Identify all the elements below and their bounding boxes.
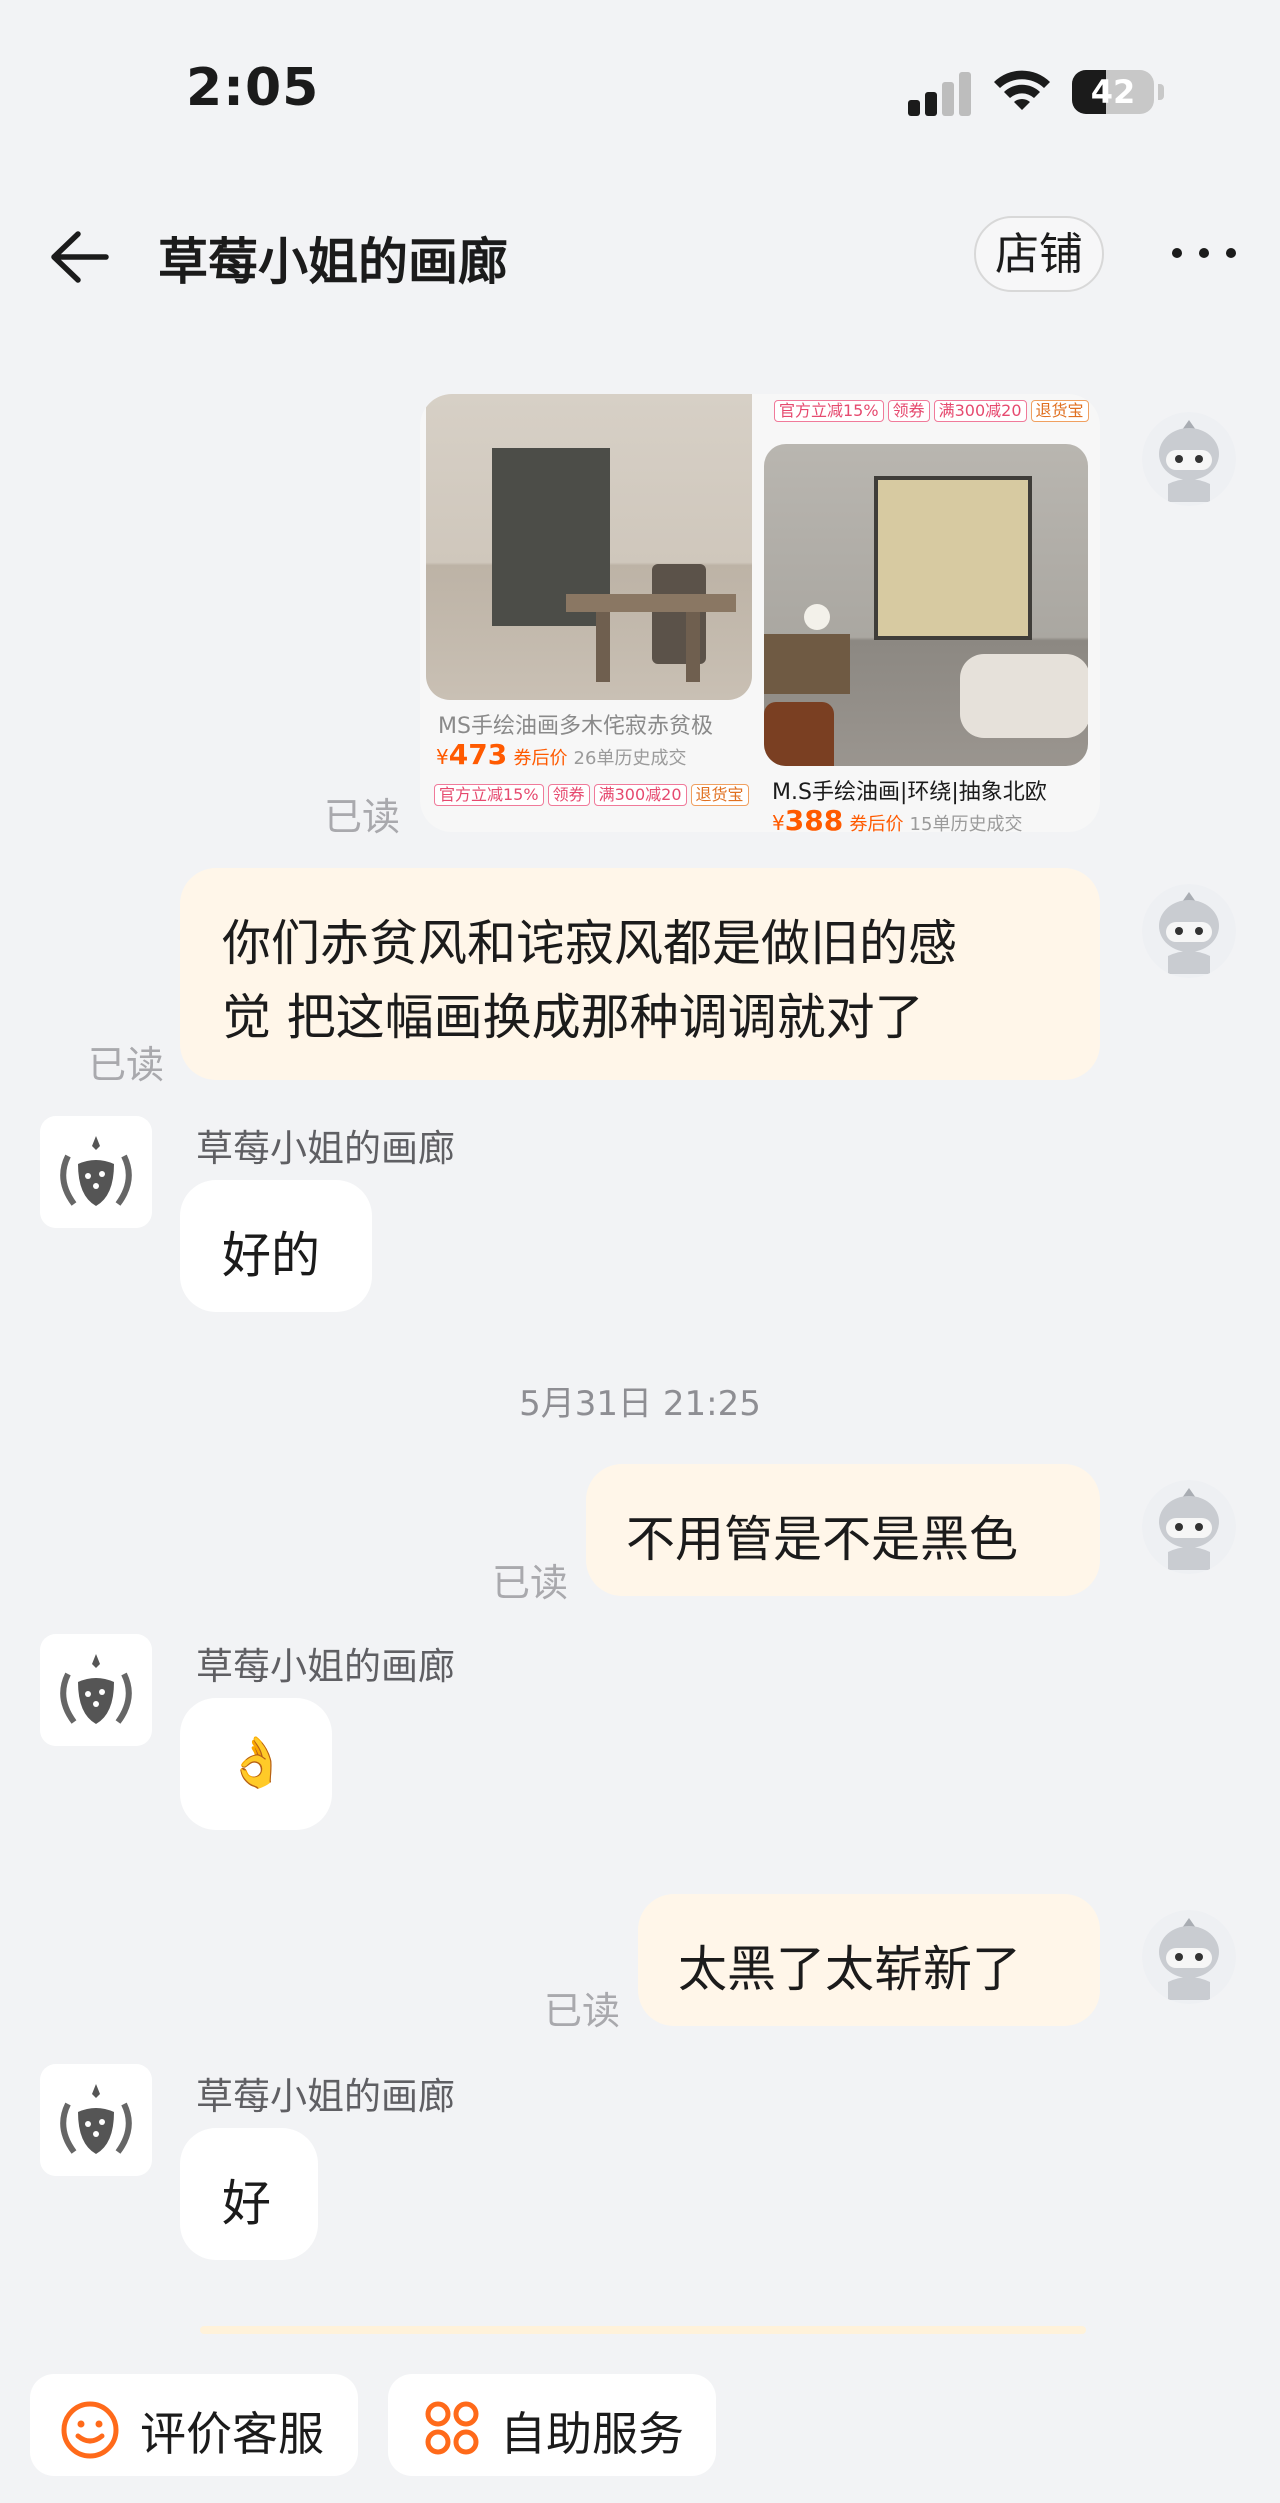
user-avatar[interactable] xyxy=(1142,1910,1236,2004)
product-card-message[interactable]: MS手绘油画多木侘寂赤贫极 ¥473 券后价 26单历史成交 官方立减15% 领券满… xyxy=(420,394,1100,832)
product-title-1: MS手绘油画多木侘寂赤贫极 xyxy=(438,714,713,739)
back-arrow-icon[interactable] xyxy=(48,226,110,288)
read-receipt: 已读 xyxy=(324,795,401,839)
battery-icon: 42 xyxy=(1072,70,1164,114)
read-receipt: 已读 xyxy=(492,1561,569,1605)
product-title-2: M.S手绘油画|环绕|抽象北欧 xyxy=(772,780,1047,805)
read-receipt: 已读 xyxy=(88,1043,165,1087)
smiley-icon xyxy=(61,2401,119,2459)
message-bubble-received[interactable]: 👌 xyxy=(180,1698,332,1830)
user-avatar[interactable] xyxy=(1142,1480,1236,1574)
product-price-1: ¥473 券后价 26单历史成交 xyxy=(436,738,687,771)
rate-service-button[interactable]: 评价客服 xyxy=(30,2374,358,2476)
message-bubble-sent[interactable]: 你们赤贫风和诧寂风都是做旧的感 觉 把这幅画换成那种调调就对了 xyxy=(180,868,1100,1080)
shop-avatar[interactable] xyxy=(40,2064,152,2176)
product-tags-1: 官方立减15% 领券 满300减20 退货宝 xyxy=(434,784,753,806)
ok-hand-emoji: 👌 xyxy=(226,1734,288,1791)
product-image-1[interactable] xyxy=(426,394,752,700)
user-avatar[interactable] xyxy=(1142,412,1236,506)
sender-name: 草莓小姐的画廊 xyxy=(196,1127,455,1170)
time-divider: 5月31日 21:25 xyxy=(519,1384,761,1424)
message-bubble-received[interactable]: 好 xyxy=(180,2128,318,2260)
self-service-label: 自助服务 xyxy=(500,2407,684,2461)
chat-title: 草莓小姐的画廊 xyxy=(158,233,508,291)
rate-service-label: 评价客服 xyxy=(140,2407,324,2461)
battery-level: 42 xyxy=(1090,73,1136,111)
message-text: 好 xyxy=(222,2175,272,2232)
shop-avatar[interactable] xyxy=(40,1116,152,1228)
store-button[interactable]: 店铺 xyxy=(974,216,1104,292)
self-service-button[interactable]: 自助服务 xyxy=(388,2374,716,2476)
user-avatar[interactable] xyxy=(1142,884,1236,978)
cellular-signal-icon xyxy=(908,70,972,116)
message-text-line: 觉 把这幅画换成那种调调就对了 xyxy=(222,989,924,1046)
message-text-line: 你们赤贫风和诧寂风都是做旧的感 xyxy=(222,915,958,972)
message-bubble-sent[interactable]: 太黑了太崭新了 xyxy=(638,1894,1100,2026)
sender-name: 草莓小姐的画廊 xyxy=(196,1645,455,1688)
divider xyxy=(200,2326,1086,2334)
read-receipt: 已读 xyxy=(544,1989,621,2033)
message-text: 太黑了太崭新了 xyxy=(678,1941,1022,1998)
product-tags-2: 官方立减15% 领券 满300减20 退货宝 xyxy=(774,400,1093,422)
message-text: 不用管是不是黑色 xyxy=(626,1511,1019,1568)
wifi-icon xyxy=(994,70,1050,110)
sender-name: 草莓小姐的画廊 xyxy=(196,2075,455,2118)
message-text: 好的 xyxy=(222,1227,321,1284)
more-options-icon[interactable] xyxy=(1170,240,1238,264)
status-time: 2:05 xyxy=(186,58,320,118)
message-bubble-received[interactable]: 好的 xyxy=(180,1180,372,1312)
grid-apps-icon xyxy=(425,2401,479,2455)
message-bubble-sent[interactable]: 不用管是不是黑色 xyxy=(586,1464,1100,1596)
product-price-2: ¥388 券后价 15单历史成交 xyxy=(772,804,1023,832)
shop-avatar[interactable] xyxy=(40,1634,152,1746)
product-image-2[interactable] xyxy=(764,444,1088,766)
